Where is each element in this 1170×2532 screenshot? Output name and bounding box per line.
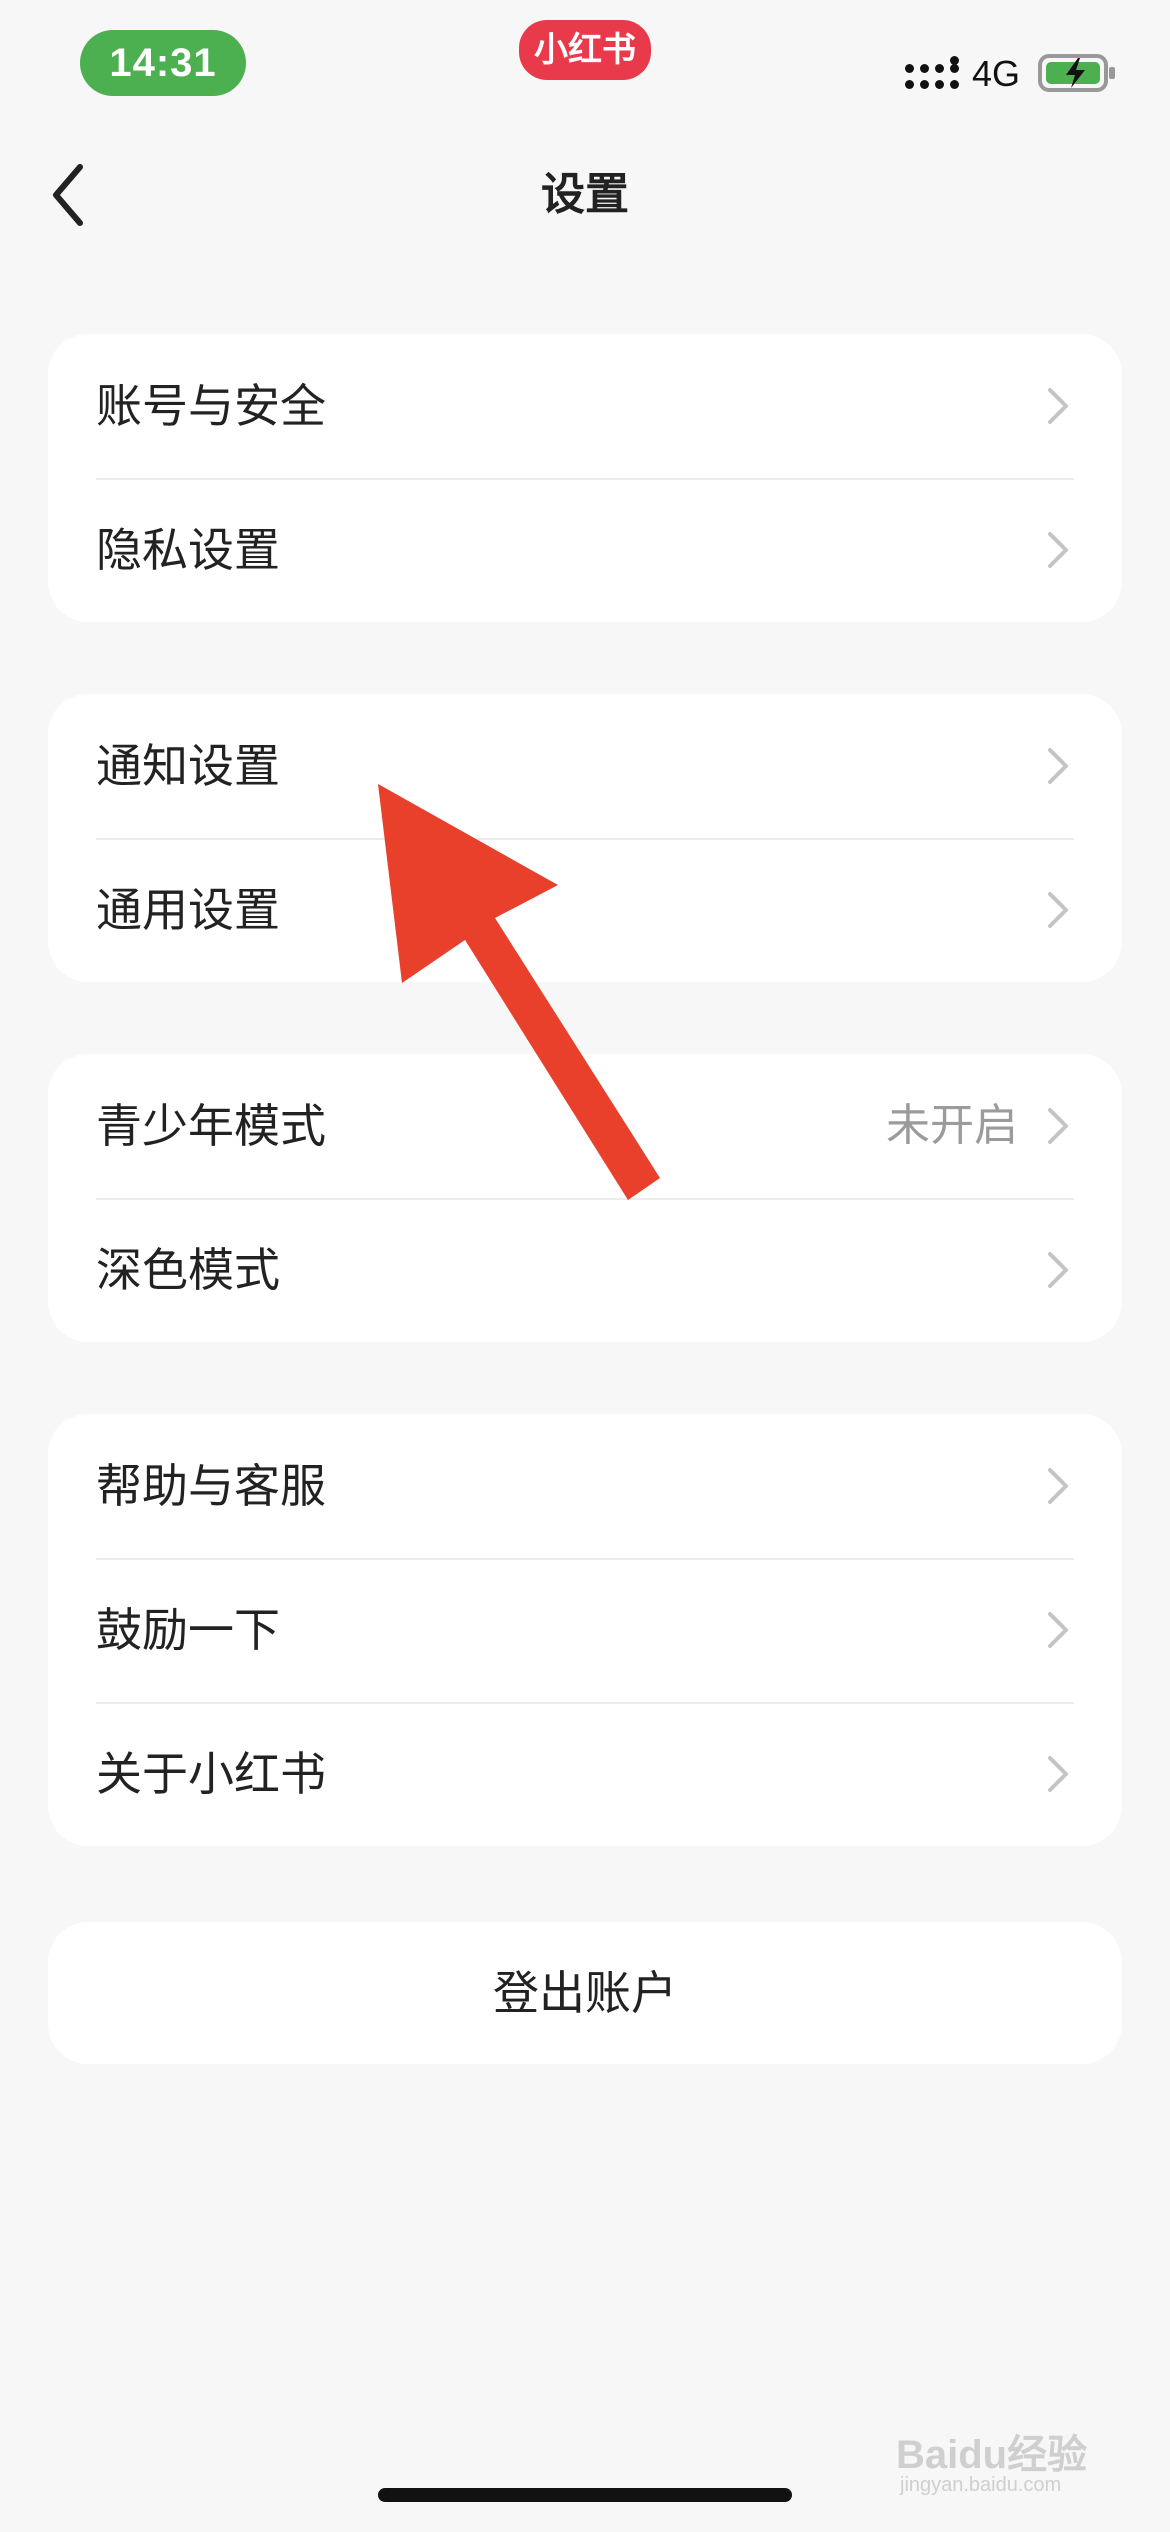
watermark: Baidu经验 (896, 2433, 1088, 2477)
teen-mode-status: 未开启 (886, 1100, 1018, 1151)
settings-item-label: 深色模式 (96, 1243, 280, 1297)
settings-item-about[interactable]: 关于小红书 (48, 1702, 1122, 1846)
battery-charging-icon (1038, 54, 1115, 92)
settings-group-account: 账号与安全 隐私设置 (48, 334, 1122, 622)
signal-icon (905, 56, 959, 89)
settings-item-label: 通用设置 (96, 883, 280, 937)
settings-item-label: 帮助与客服 (96, 1459, 326, 1513)
settings-item-dark-mode[interactable]: 深色模式 (48, 1198, 1122, 1342)
settings-screen: 14:31 小红书 4G 设置 账号与安全 隐私设置 通知设置 通用设置 青少年… (0, 0, 1170, 2532)
settings-item-label: 鼓励一下 (96, 1603, 280, 1657)
chevron-right-icon (1048, 1612, 1068, 1648)
settings-item-help[interactable]: 帮助与客服 (48, 1414, 1122, 1558)
settings-item-label: 通知设置 (96, 739, 280, 793)
chevron-right-icon (1048, 892, 1068, 928)
home-indicator[interactable] (378, 2488, 792, 2502)
logout-button[interactable]: 登出账户 (48, 1922, 1122, 2064)
settings-item-label: 账号与安全 (96, 379, 326, 433)
settings-item-encourage[interactable]: 鼓励一下 (48, 1558, 1122, 1702)
page-title: 设置 (541, 169, 629, 220)
chevron-right-icon (1048, 1468, 1068, 1504)
settings-item-label: 隐私设置 (96, 523, 280, 577)
status-time: 14:31 (80, 30, 246, 96)
logout-label: 登出账户 (493, 1966, 677, 2020)
annotation-arrow-icon (378, 784, 660, 1200)
settings-item-label: 青少年模式 (96, 1099, 326, 1153)
settings-item-account-security[interactable]: 账号与安全 (48, 334, 1122, 478)
chevron-right-icon (1048, 1756, 1068, 1792)
chevron-right-icon (1048, 388, 1068, 424)
chevron-right-icon (1048, 1108, 1068, 1144)
watermark-url: jingyan.baidu.com (900, 2474, 1062, 2496)
chevron-right-icon (1048, 748, 1068, 784)
brand-badge: 小红书 (519, 20, 651, 80)
settings-item-label: 关于小红书 (96, 1747, 326, 1801)
chevron-right-icon (1048, 1252, 1068, 1288)
settings-group-support: 帮助与客服 鼓励一下 关于小红书 (48, 1414, 1122, 1846)
chevron-right-icon (1048, 532, 1068, 568)
settings-item-privacy[interactable]: 隐私设置 (48, 478, 1122, 622)
network-type: 4G (972, 53, 1021, 94)
